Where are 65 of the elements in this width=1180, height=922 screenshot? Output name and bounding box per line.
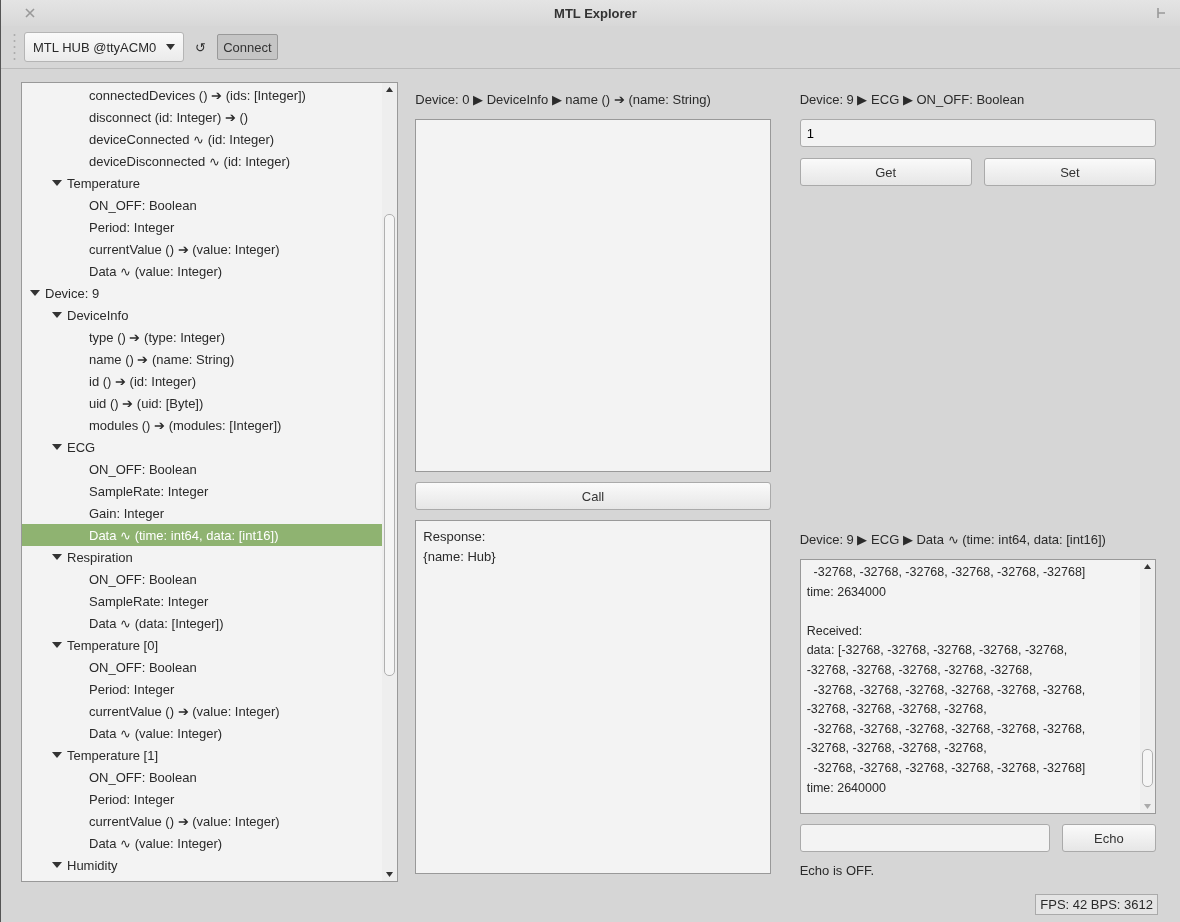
tree-item[interactable]: ON_OFF: Boolean bbox=[22, 656, 383, 678]
scrollbar[interactable] bbox=[382, 83, 398, 881]
scroll-down-icon bbox=[386, 872, 394, 877]
tree-item[interactable]: Data ∿ (value: Integer) bbox=[22, 260, 383, 282]
arguments-field[interactable] bbox=[415, 119, 771, 472]
tree-item[interactable]: Device: 9 bbox=[22, 282, 383, 304]
tree-item[interactable]: Data ∿ (value: Integer) bbox=[22, 722, 383, 744]
tree-item[interactable]: modules () ➔ (modules: [Integer]) bbox=[22, 414, 383, 436]
tree-item[interactable]: Data ∿ (data: [Integer]) bbox=[22, 612, 383, 634]
window-title: MTL Explorer bbox=[553, 5, 638, 21]
tree-item[interactable]: ECG bbox=[22, 436, 383, 458]
value-field[interactable]: 1 bbox=[799, 119, 1156, 147]
tree-item[interactable]: Temperature bbox=[22, 172, 383, 194]
scroll-down-icon bbox=[1144, 804, 1151, 809]
tree-item[interactable]: Temperature [0] bbox=[22, 634, 383, 656]
tree-item[interactable]: Temperature [1] bbox=[22, 744, 383, 766]
scroll-up-icon bbox=[386, 87, 394, 92]
tree-item[interactable]: disconnect (id: Integer) ➔ () bbox=[22, 106, 383, 128]
scrollbar[interactable] bbox=[1140, 560, 1155, 813]
tree-item[interactable]: Period: Integer bbox=[22, 678, 383, 700]
toolbar-grip-icon bbox=[13, 32, 16, 62]
scroll-thumb[interactable] bbox=[1142, 749, 1153, 787]
refresh-button[interactable]: ↺ bbox=[192, 39, 210, 55]
property-path-label: Device: 9 ▶ ECG ▶ ON_OFF: Boolean bbox=[799, 92, 1026, 109]
close-icon bbox=[25, 8, 35, 18]
call-button[interactable]: Call bbox=[415, 482, 771, 510]
tree-item[interactable]: ON_OFF: Boolean bbox=[22, 766, 383, 788]
property-button[interactable]: Set bbox=[983, 158, 1156, 186]
tree-item[interactable]: Period: Integer bbox=[22, 788, 383, 810]
property-button[interactable]: Get bbox=[799, 158, 972, 186]
tree-item[interactable]: ON_OFF: Boolean bbox=[22, 568, 383, 590]
tree-item[interactable]: type () ➔ (type: Integer) bbox=[22, 326, 383, 348]
tree-item[interactable]: deviceConnected ∿ (id: Integer) bbox=[22, 128, 383, 150]
tree-item[interactable]: Respiration bbox=[22, 546, 383, 568]
tree-item[interactable]: ON_OFF: Boolean bbox=[22, 194, 383, 216]
tree-item[interactable]: id () ➔ (id: Integer) bbox=[22, 370, 383, 392]
tree-item[interactable]: deviceDisconnected ∿ (id: Integer) bbox=[22, 150, 383, 172]
stream-log-text: -32768, -32768, -32768, -32768, -32768, -32768] time: 2634000 Received: data: [-32768, -32768, -32768, -32768, -32768, -32768, -32768, -32768, -32768, -32768, -32768, -32768, -32768, -32768, -32768, -32768, -32768, -32768, -32768, -32768, -32768, -32768, -32768, -32768, -32768, -32768, -32768, -32768, -32768, -32768, -32768, -32768, -32768, -32768, -32768, -32768] time: 2640000 bbox=[805, 564, 1087, 797]
tree-item[interactable]: name () ➔ (name: String) bbox=[22, 348, 383, 370]
tree-item[interactable]: Humidity bbox=[22, 854, 383, 876]
caret-icon bbox=[166, 44, 176, 50]
scroll-thumb[interactable] bbox=[384, 214, 396, 676]
echo-field[interactable] bbox=[799, 824, 1050, 852]
tree-item[interactable]: Period: Integer bbox=[22, 216, 383, 238]
tree-item[interactable]: currentValue () ➔ (value: Integer) bbox=[22, 700, 383, 722]
connect-button[interactable]: Connect bbox=[217, 34, 278, 60]
stream-path-label: Device: 9 ▶ ECG ▶ Data ∿ (time: int64, data: [int16]) bbox=[799, 532, 1107, 549]
tree-item[interactable]: currentValue () ➔ (value: Integer) bbox=[22, 238, 383, 260]
fps-status-text: FPS: 42 BPS: 3612 bbox=[1035, 893, 1158, 915]
tree-item[interactable]: Data ∿ (value: Integer) bbox=[22, 832, 383, 854]
tree-item[interactable]: connectedDevices () ➔ (ids: [Integer]) bbox=[22, 84, 383, 106]
response-text: Response: {name: Hub} bbox=[415, 520, 771, 874]
echo-status-text: Echo is OFF. bbox=[799, 863, 876, 878]
tree-item[interactable]: ON_OFF: Boolean bbox=[22, 458, 383, 480]
tree-item[interactable]: Gain: Integer bbox=[22, 502, 383, 524]
tree-item[interactable]: currentValue () ➔ (value: Integer) bbox=[22, 810, 383, 832]
scroll-up-icon bbox=[1144, 564, 1151, 569]
pin-icon bbox=[1156, 8, 1166, 18]
tree-item[interactable]: DeviceInfo bbox=[22, 304, 383, 326]
echo-button[interactable]: Echo bbox=[1061, 824, 1156, 852]
device-dropdown[interactable]: MTL HUB @ttyACM0 bbox=[24, 32, 185, 62]
tree-item[interactable]: SampleRate: Integer bbox=[22, 480, 383, 502]
tree-item[interactable]: SampleRate: Integer bbox=[22, 590, 383, 612]
call-path-label: Device: 0 ▶ DeviceInfo ▶ name () ➔ (name: String) bbox=[415, 92, 712, 109]
tree-item[interactable]: uid () ➔ (uid: [Byte]) bbox=[22, 392, 383, 414]
